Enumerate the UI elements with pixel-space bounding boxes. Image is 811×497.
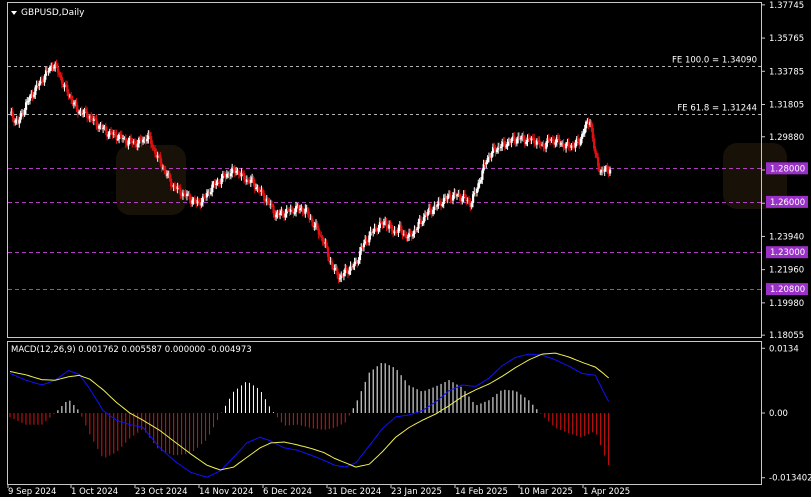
macd-histogram (9, 363, 610, 466)
date-tick-label: 14 Nov 2024 (199, 487, 253, 497)
price-tick-label: 1.18055 (769, 331, 804, 341)
dropdown-triangle-icon[interactable] (11, 11, 17, 15)
date-tick-label: 9 Sep 2024 (8, 487, 56, 497)
price-tick-label: 1.19980 (769, 299, 804, 309)
fib-label: FE 100.0 = 1.34090 (672, 56, 757, 66)
date-tick-label: 23 Oct 2024 (135, 487, 188, 497)
level-price-label: 1.20800 (770, 285, 805, 295)
fib-levels: FE 100.0 = 1.34090 FE 61.8 = 1.31244 (8, 56, 761, 115)
macd-axis: 0.0134 0.00 -0.013402 (761, 344, 811, 484)
price-tick-label: 1.35765 (769, 34, 804, 44)
macd-tick-label: 0.0134 (769, 344, 799, 354)
fib-label: FE 61.8 = 1.31244 (677, 104, 757, 114)
watermark-layer (116, 143, 787, 215)
candle-body (609, 169, 612, 174)
level-price-label: 1.23000 (770, 248, 805, 258)
date-tick-label: 10 Mar 2025 (519, 487, 573, 497)
macd-tick-label: 0.00 (769, 409, 788, 419)
date-axis: 9 Sep 2024 1 Oct 2024 23 Oct 2024 14 Nov 20… (7, 484, 630, 497)
macd-label: MACD(12,26,9) 0.001762 0.005587 0.000000… (11, 345, 252, 355)
price-tick-label: 1.31805 (769, 100, 804, 110)
price-tick-label: 1.37745 (769, 1, 804, 11)
macd-tick-label: -0.013402 (769, 474, 811, 484)
price-tick-label: 1.33785 (769, 67, 804, 77)
chart-title: GBPUSD,Daily (21, 8, 85, 18)
candlesticks (10, 59, 612, 284)
macd-panel-frame (7, 341, 762, 485)
watermark-logo-left (116, 145, 186, 215)
date-tick-label: 6 Dec 2024 (263, 487, 312, 497)
macd-signal-line (9, 352, 610, 471)
price-tick-label: 1.29880 (769, 133, 804, 143)
date-tick-label: 1 Apr 2025 (583, 487, 630, 497)
date-tick-label: 31 Dec 2024 (327, 487, 381, 497)
date-tick-label: 23 Jan 2025 (391, 487, 442, 497)
date-tick-label: 1 Oct 2024 (71, 487, 118, 497)
price-tick-label: 1.21960 (769, 266, 804, 276)
trading-chart: FE 100.0 = 1.34090 FE 61.8 = 1.31244 1.37… (7, 1, 811, 497)
price-axis: 1.377451.357651.337851.318051.298801.279… (761, 1, 808, 341)
level-price-label: 1.28000 (770, 164, 805, 174)
date-tick-label: 14 Feb 2025 (455, 487, 508, 497)
price-tick-label: 1.23940 (769, 232, 804, 242)
level-price-label: 1.26000 (770, 198, 805, 208)
